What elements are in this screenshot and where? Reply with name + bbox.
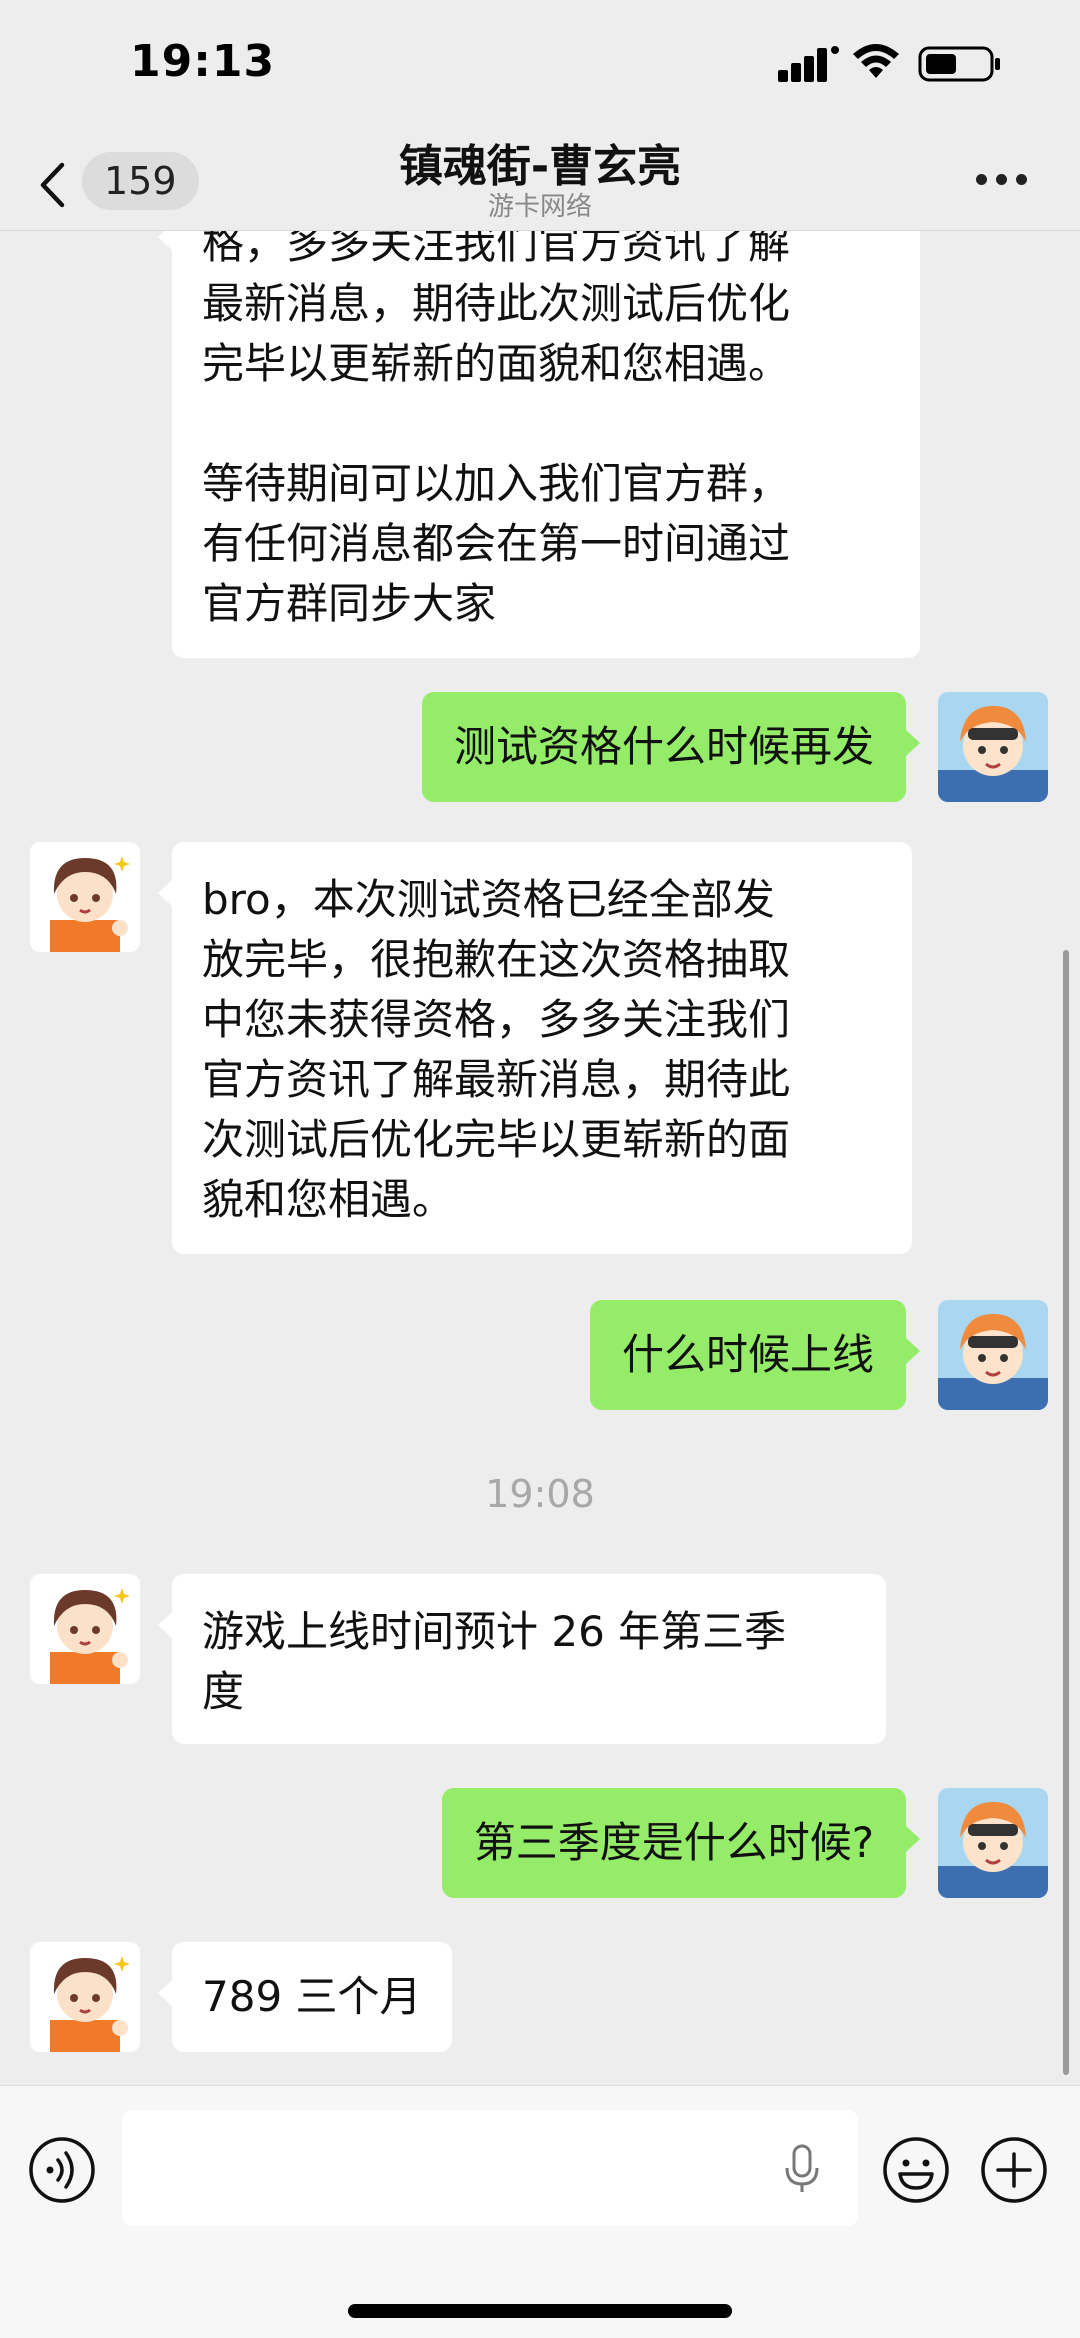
chat-title: 镇魂街-曹玄亮 bbox=[398, 141, 682, 192]
home-indicator bbox=[348, 2304, 732, 2318]
more-icon-dot bbox=[1016, 174, 1027, 185]
plus-icon[interactable] bbox=[980, 2136, 1048, 2204]
contact-avatar[interactable] bbox=[30, 842, 140, 952]
status-time: 19:13 bbox=[130, 36, 276, 87]
message-bubble-outgoing[interactable]: 什么时候上线 bbox=[589, 1300, 921, 1410]
mic-icon[interactable] bbox=[782, 2144, 822, 2194]
avatar-image bbox=[30, 1942, 140, 2052]
wifi-icon bbox=[853, 44, 899, 78]
emoji-icon[interactable] bbox=[882, 2136, 950, 2204]
message-bubble-incoming[interactable]: 789 三个月 bbox=[158, 1942, 452, 2052]
status-bar: 19:13 bbox=[0, 0, 1080, 130]
message-bubble-incoming[interactable]: bro，本次测试资格已经全部发 放完毕，很抱歉在这次资格抽取 中您未获得资格，多… bbox=[158, 842, 912, 1254]
my-avatar[interactable] bbox=[938, 692, 1048, 802]
time-divider: 19:08 bbox=[485, 1472, 595, 1516]
avatar-image bbox=[938, 692, 1048, 802]
avatar-image bbox=[30, 1574, 140, 1684]
message-bubble-outgoing[interactable]: 第三季度是什么时候? bbox=[441, 1788, 921, 1898]
message-text: 格，多多关注我们官方资讯了解 最新消息，期待此次测试后优化 完毕以更崭新的面貌和… bbox=[202, 230, 791, 628]
more-button[interactable] bbox=[972, 160, 1032, 200]
more-icon-dot bbox=[996, 174, 1007, 185]
battery-icon bbox=[918, 46, 1000, 82]
avatar-image bbox=[938, 1788, 1048, 1898]
my-avatar[interactable] bbox=[938, 1788, 1048, 1898]
cellular-signal-icon bbox=[778, 46, 839, 82]
message-text: 游戏上线时间预计 26 年第三季 度 bbox=[202, 1607, 787, 1716]
more-icon bbox=[976, 174, 987, 185]
avatar-image bbox=[30, 842, 140, 952]
chat-subtitle: 游卡网络 bbox=[487, 192, 592, 222]
input-bar bbox=[0, 2085, 1080, 2338]
message-bubble-incoming[interactable]: 游戏上线时间预计 26 年第三季 度 bbox=[158, 1574, 886, 1744]
message-text: bro，本次测试资格已经全部发 放完毕，很抱歉在这次资格抽取 中您未获得资格，多… bbox=[202, 875, 791, 1224]
message-text: 测试资格什么时候再发 bbox=[453, 722, 874, 771]
nav-bar: 159 镇魂街-曹玄亮 游卡网络 bbox=[0, 130, 1080, 231]
message-text: 什么时候上线 bbox=[621, 1330, 874, 1379]
message-text: 第三季度是什么时候? bbox=[473, 1818, 874, 1867]
contact-avatar[interactable] bbox=[30, 1942, 140, 2052]
my-avatar[interactable] bbox=[938, 1300, 1048, 1410]
message-input[interactable] bbox=[122, 2110, 858, 2226]
message-bubble-incoming[interactable]: 格，多多关注我们官方资讯了解 最新消息，期待此次测试后优化 完毕以更崭新的面貌和… bbox=[158, 230, 920, 658]
chat-area[interactable]: 格，多多关注我们官方资讯了解 最新消息，期待此次测试后优化 完毕以更崭新的面貌和… bbox=[0, 230, 1080, 2085]
message-text: 789 三个月 bbox=[202, 1972, 422, 2021]
message-bubble-outgoing[interactable]: 测试资格什么时候再发 bbox=[421, 692, 921, 802]
avatar-image bbox=[938, 1300, 1048, 1410]
contact-avatar[interactable] bbox=[30, 1574, 140, 1684]
voice-icon[interactable] bbox=[28, 2136, 96, 2204]
chat-scrollbar[interactable] bbox=[1063, 950, 1069, 2075]
